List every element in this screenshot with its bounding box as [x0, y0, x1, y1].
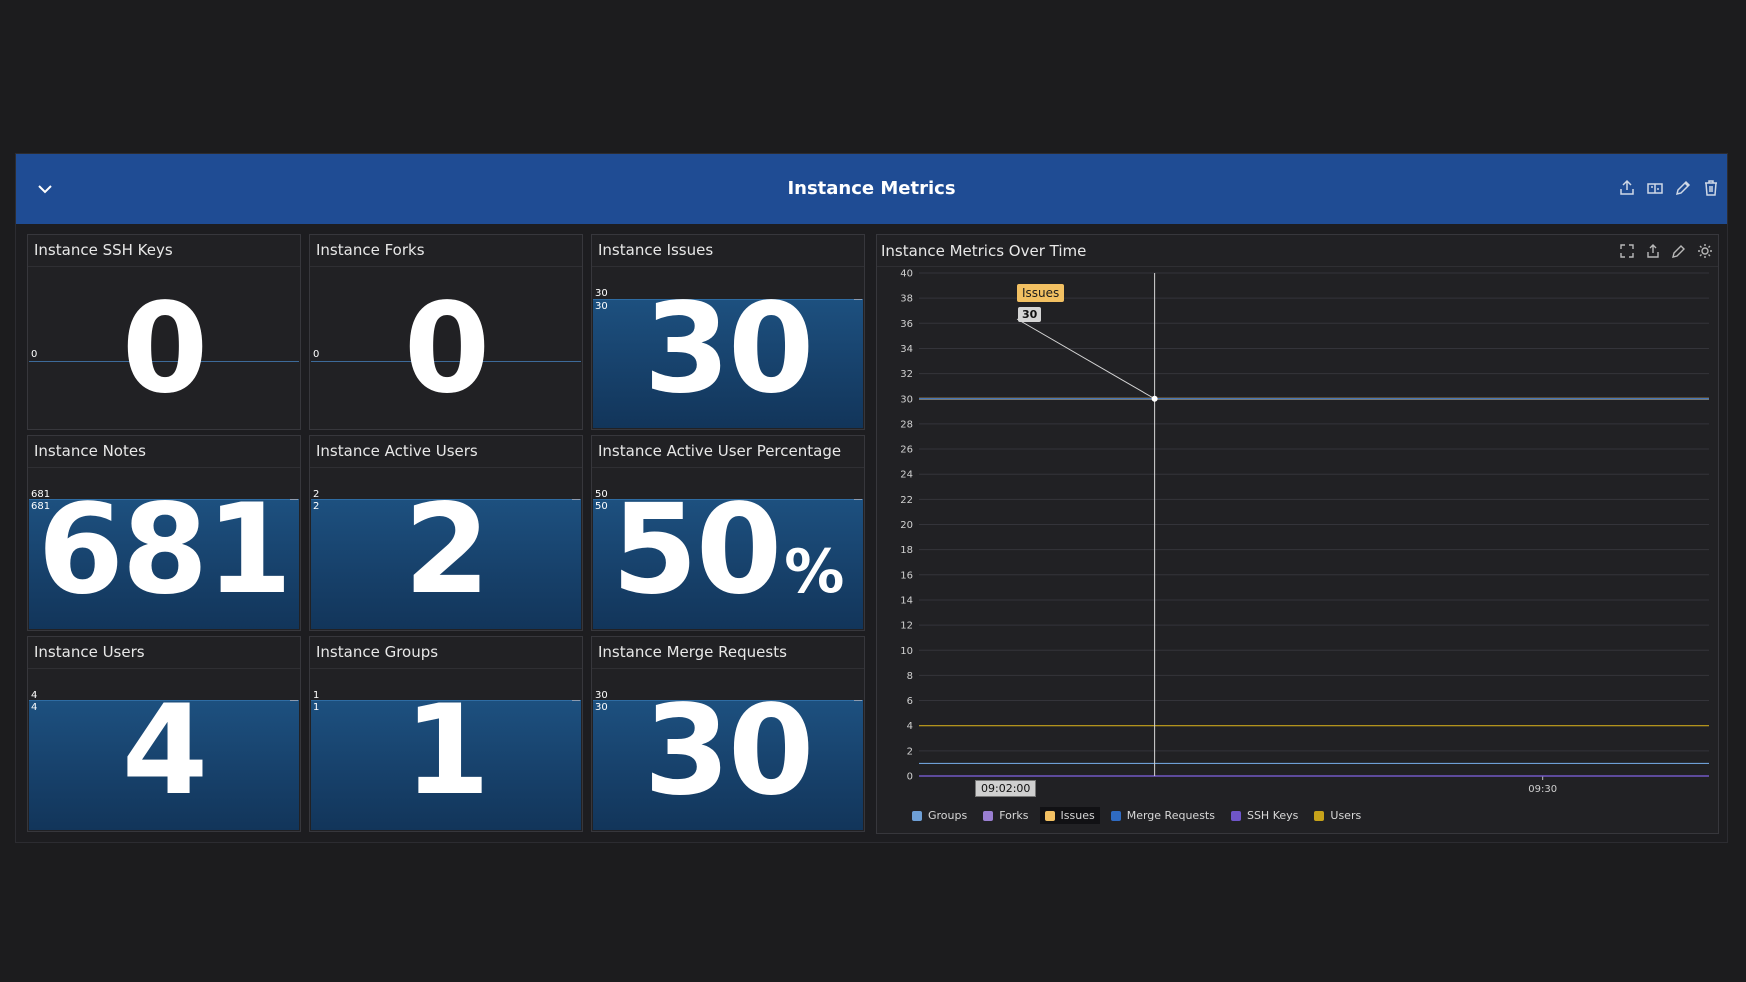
legend-item-users[interactable]: Users — [1309, 807, 1366, 824]
tile-forks[interactable]: Instance Forks 0 0 — [309, 234, 583, 430]
y-tick-label: 28 — [900, 419, 913, 430]
tile-value: 50 — [611, 478, 783, 622]
tooltip-series: Issues — [1017, 284, 1065, 302]
tile-issues[interactable]: Instance Issues 30 30 30 — [591, 234, 865, 430]
tile-title: Instance Notes — [34, 442, 146, 460]
y-tick-label: 8 — [907, 671, 913, 682]
delete-icon[interactable] — [1701, 178, 1721, 198]
tile-title: Instance Users — [34, 643, 145, 661]
export-icon[interactable] — [1617, 178, 1637, 198]
tile-value: 1 — [403, 679, 490, 823]
tooltip-leader — [1016, 318, 1155, 400]
tile-title: Instance Groups — [316, 643, 439, 661]
legend-item-groups[interactable]: Groups — [907, 807, 972, 824]
hover-point — [1151, 395, 1158, 402]
legend-label: Forks — [999, 809, 1029, 822]
legend-label: Users — [1330, 809, 1362, 822]
legend-swatch — [983, 810, 994, 821]
y-tick-label: 12 — [900, 621, 913, 632]
y-tick-label: 40 — [900, 269, 913, 280]
legend-item-merge-requests[interactable]: Merge Requests — [1106, 807, 1220, 824]
tile-title: Instance Active User Percentage — [598, 442, 842, 460]
y-tick-label: 36 — [900, 319, 913, 330]
y-tick-label: 14 — [900, 595, 913, 606]
y-tick-label: 2 — [907, 746, 913, 757]
tile-groups[interactable]: Instance Groups 1 1 1 — [309, 636, 583, 832]
tile-value: 0 — [403, 277, 490, 421]
tile-value: 0 — [121, 277, 208, 421]
y-tick-label: 24 — [900, 470, 913, 481]
y-tick-label: 20 — [900, 520, 913, 531]
tile-value: 30 — [643, 679, 815, 823]
edit-icon[interactable] — [1673, 178, 1693, 198]
legend-item-forks[interactable]: Forks — [978, 807, 1033, 824]
y-tick-label: 32 — [900, 369, 913, 380]
tile-value: 4 — [121, 679, 208, 823]
legend-label: Groups — [928, 809, 968, 822]
legend-swatch — [912, 810, 922, 821]
y-tick-label: 10 — [900, 646, 913, 657]
legend-item-ssh-keys[interactable]: SSH Keys — [1226, 807, 1303, 824]
tile-active-users[interactable]: Instance Active Users 2 2 2 — [309, 435, 583, 631]
cursor-time-label: 09:02:00 — [975, 780, 1037, 797]
y-tick-label: 4 — [907, 721, 913, 732]
tile-title: Instance Forks — [316, 241, 425, 259]
tile-value: 681 — [37, 478, 293, 622]
y-tick-label: 22 — [900, 495, 913, 506]
tile-merge-requests[interactable]: Instance Merge Requests 30 30 30 — [591, 636, 865, 832]
y-tick-label: 34 — [900, 344, 913, 355]
tile-ssh-keys[interactable]: Instance SSH Keys 0 0 — [27, 234, 301, 430]
dashboard-group: Instance Metrics Instance SSH Keys 0 0 I… — [15, 153, 1728, 843]
tile-title: Instance Issues — [598, 241, 714, 259]
legend-label: Issues — [1060, 809, 1095, 822]
legend-label: SSH Keys — [1246, 809, 1299, 822]
legend-label: Merge Requests — [1126, 809, 1215, 822]
tile-title: Instance Merge Requests — [598, 643, 787, 661]
legend-swatch — [1314, 810, 1325, 821]
y-tick-label: 6 — [907, 696, 913, 707]
chart-panel[interactable]: Instance Metrics Over Time 0 2 4 6 8 10 12 14 16… — [876, 234, 1719, 834]
tooltip-value: 30 — [1018, 307, 1042, 322]
chart-legend: Groups Forks Issues Merge Requests SSH Keys U… — [907, 807, 1366, 824]
legend-item-issues[interactable]: Issues — [1039, 807, 1100, 824]
tile-value: 2 — [403, 478, 490, 622]
tile-active-user-percentage[interactable]: Instance Active User Percentage 50 50 50… — [591, 435, 865, 631]
y-tick-label: 0 — [907, 772, 913, 783]
legend-swatch — [1044, 810, 1055, 821]
legend-swatch — [1230, 810, 1241, 821]
group-header: Instance Metrics — [16, 154, 1727, 224]
y-tick-label: 16 — [900, 570, 913, 581]
y-tick-label: 26 — [900, 445, 913, 456]
legend-swatch — [1110, 810, 1121, 821]
copy-icon[interactable] — [1645, 178, 1665, 198]
tile-title: Instance SSH Keys — [34, 241, 173, 259]
x-tick-label: 09:30 — [1528, 784, 1557, 795]
tile-value: 30 — [643, 277, 815, 421]
tile-unit: % — [784, 537, 845, 607]
tile-title: Instance Active Users — [316, 442, 478, 460]
group-title: Instance Metrics — [787, 178, 956, 199]
y-tick-label: 18 — [900, 545, 913, 556]
y-tick-label: 38 — [900, 294, 913, 305]
tile-notes[interactable]: Instance Notes 681 681 681 — [27, 435, 301, 631]
y-tick-label: 30 — [900, 394, 913, 405]
line-chart[interactable]: 024681012141618202224262830323436384009:… — [877, 235, 1720, 835]
tile-users[interactable]: Instance Users 4 4 4 — [27, 636, 301, 832]
